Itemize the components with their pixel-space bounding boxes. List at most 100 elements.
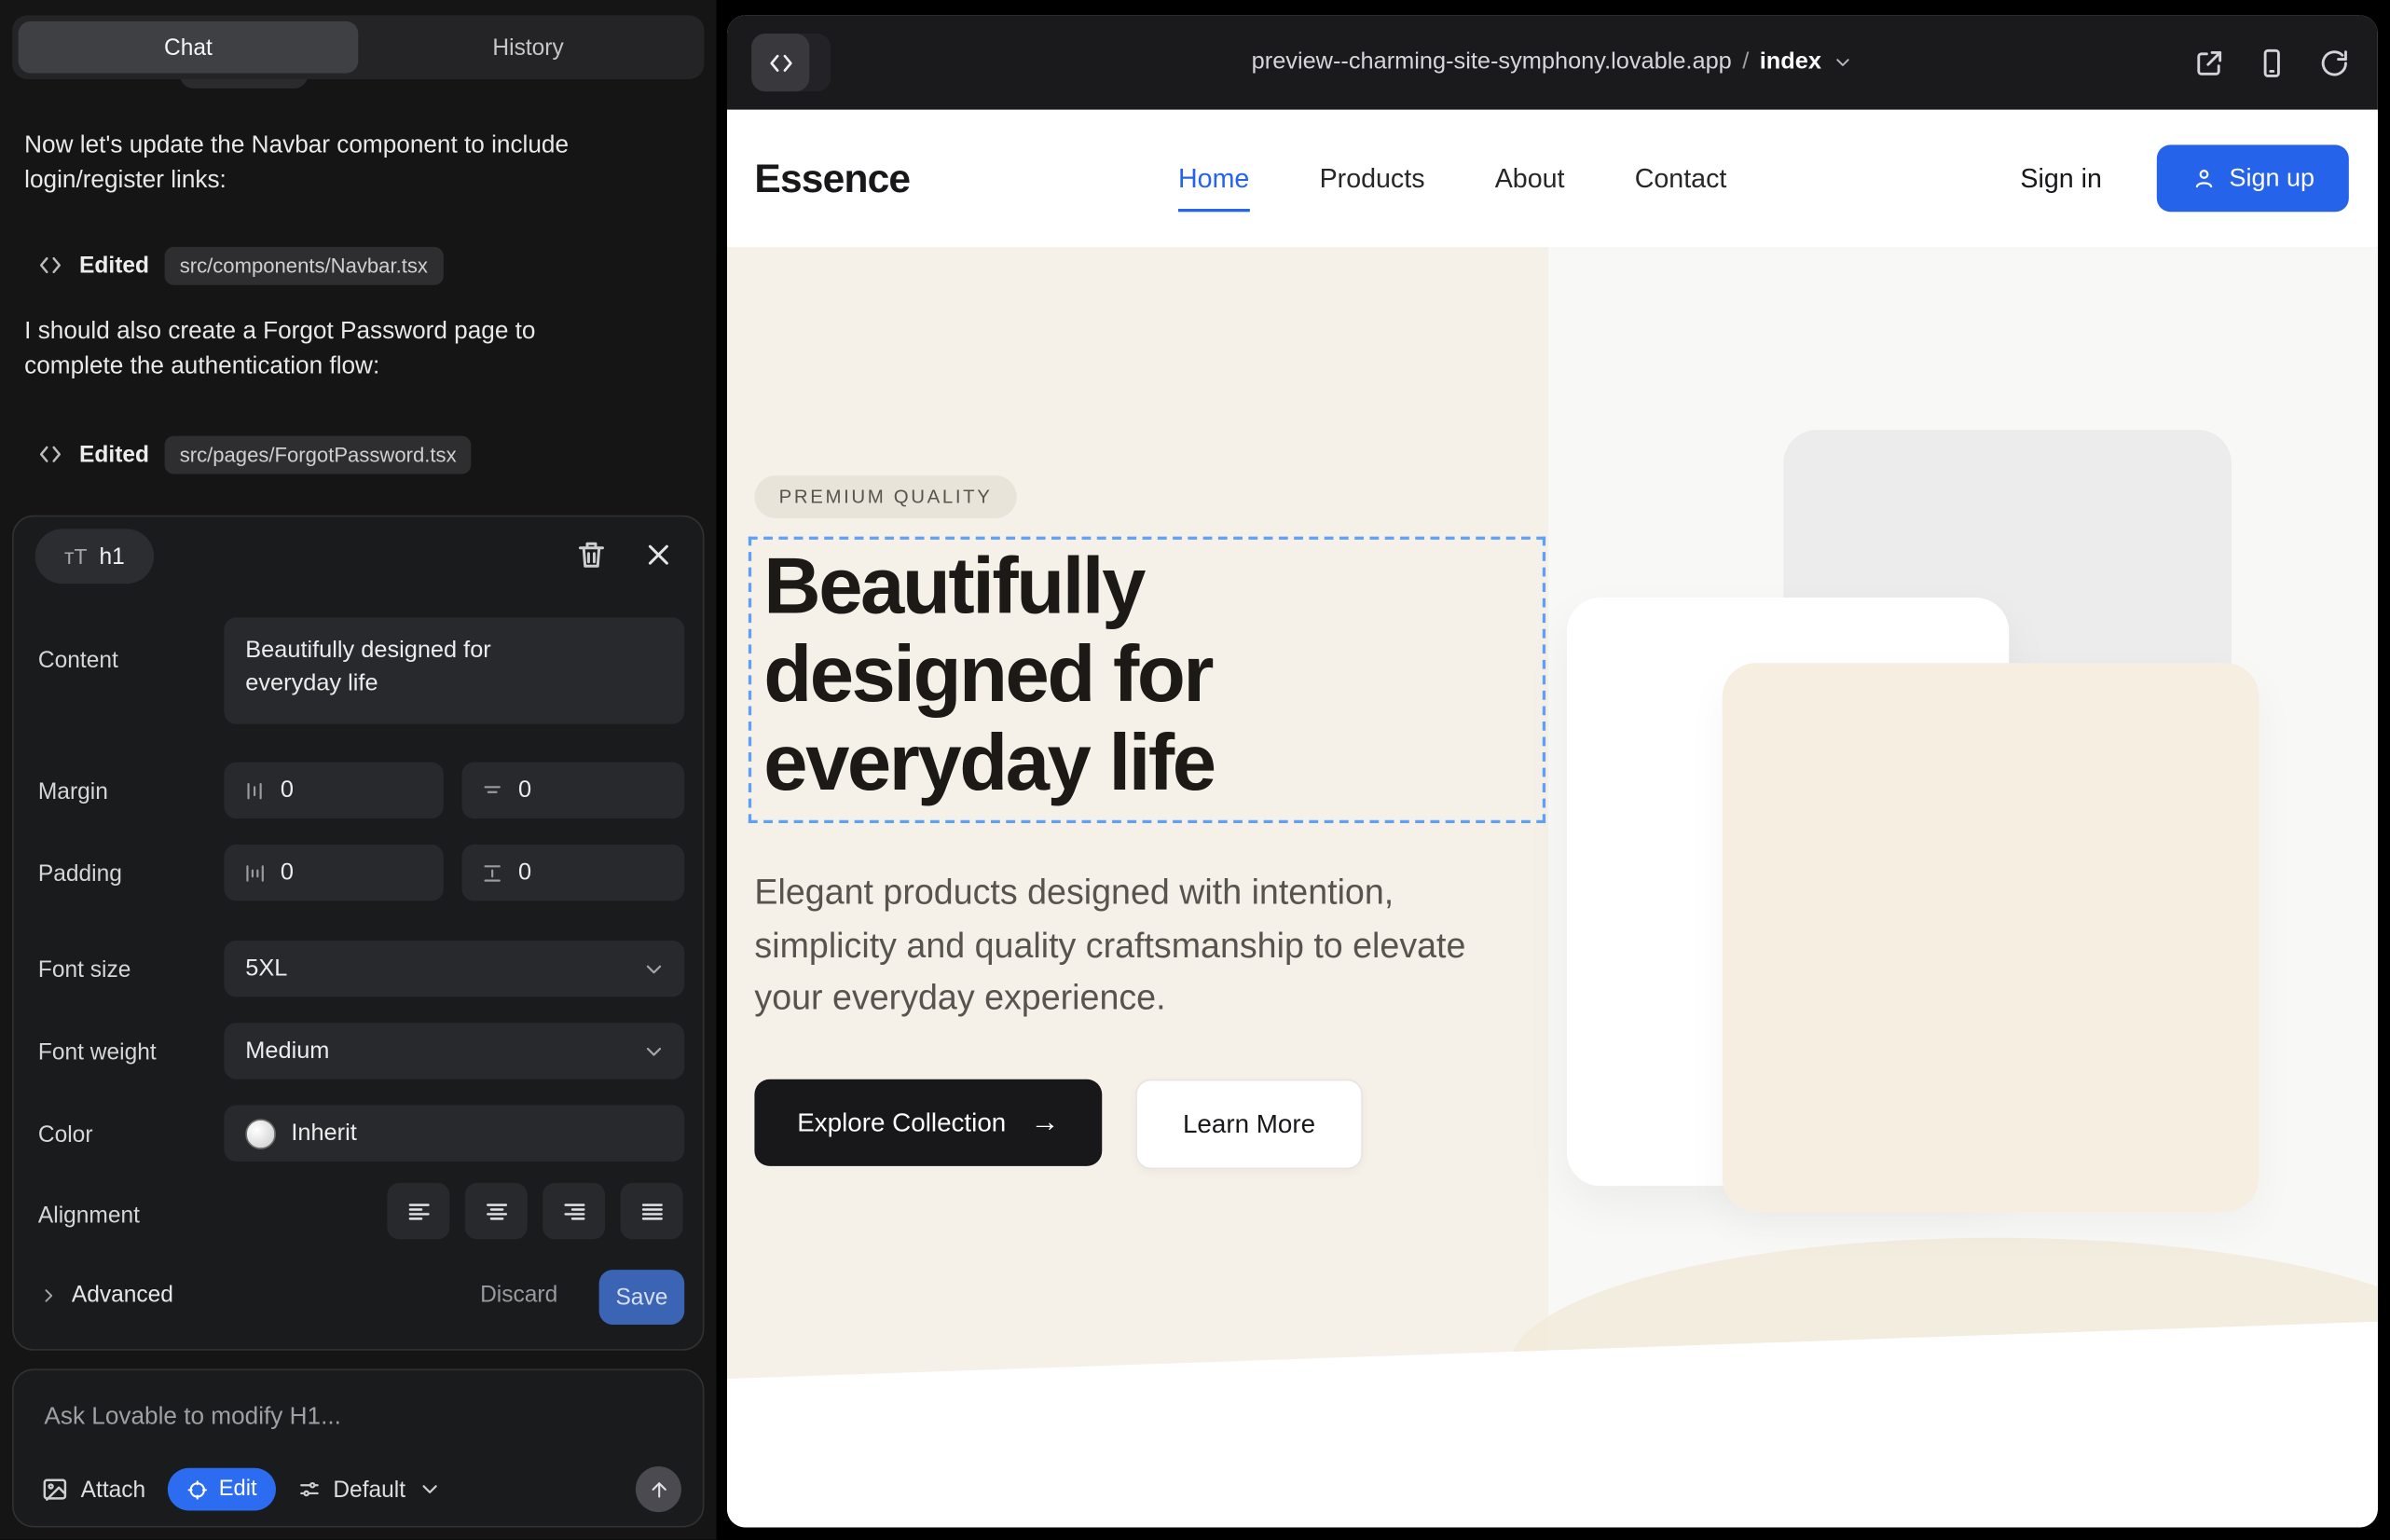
content-label: Content <box>38 648 118 674</box>
browser-toolbar: preview--charming-site-symphony.lovable.… <box>727 15 2378 109</box>
model-label: Default <box>333 1477 405 1503</box>
align-left-button[interactable] <box>387 1183 449 1240</box>
font-size-value: 5XL <box>245 955 287 982</box>
chevron-right-icon <box>38 1285 60 1306</box>
file-chip[interactable]: src/pages/ForgotPassword.tsx <box>164 435 472 474</box>
target-icon <box>185 1478 209 1501</box>
chat-panel: Chat History Now let's update the Navbar… <box>0 0 717 1540</box>
font-weight-value: Medium <box>245 1038 329 1065</box>
padding-x-value: 0 <box>281 859 294 886</box>
nav-link-home[interactable]: Home <box>1178 162 1249 211</box>
element-tag-label: h1 <box>100 543 125 570</box>
chevron-down-icon <box>418 1478 442 1502</box>
align-center-button[interactable] <box>465 1183 528 1240</box>
site-page: Essence Home Products About Contact Sign… <box>727 110 2378 1528</box>
sign-up-button[interactable]: Sign up <box>2157 144 2349 212</box>
edited-label: Edited <box>79 253 149 279</box>
edit-label: Edit <box>219 1478 257 1502</box>
sliders-icon <box>296 1478 321 1502</box>
nav-link-contact[interactable]: Contact <box>1635 162 1727 194</box>
nav-auth-actions: Sign in Sign up <box>2020 110 2348 247</box>
arrow-right-icon: → <box>1030 1106 1059 1139</box>
margin-x-input[interactable]: 0 <box>224 763 443 819</box>
panel-tabs: Chat History <box>12 15 704 79</box>
align-justify-button[interactable] <box>621 1183 683 1240</box>
edited-file-row: Edited src/components/Navbar.tsx <box>36 244 443 287</box>
tab-chat[interactable]: Chat <box>19 21 359 74</box>
color-label: Color <box>38 1122 93 1148</box>
text-style-icon: тT <box>64 544 87 569</box>
margin-vertical-icon <box>480 778 504 803</box>
sign-in-link[interactable]: Sign in <box>2020 162 2102 194</box>
arrow-up-icon <box>647 1478 670 1501</box>
explore-collection-button[interactable]: Explore Collection → <box>754 1079 1102 1166</box>
refresh-icon[interactable] <box>2318 47 2350 78</box>
mobile-view-icon[interactable] <box>2256 47 2287 78</box>
advanced-toggle[interactable]: Advanced <box>38 1282 173 1308</box>
align-right-button[interactable] <box>543 1183 605 1240</box>
color-swatch <box>245 1118 276 1148</box>
padding-y-input[interactable]: 0 <box>461 845 684 901</box>
save-button[interactable]: Save <box>599 1270 685 1325</box>
sign-up-label: Sign up <box>2230 164 2315 193</box>
preview-url: preview--charming-site-symphony.lovable.… <box>1252 48 1732 76</box>
code-icon <box>36 252 63 279</box>
nav-link-products[interactable]: Products <box>1320 162 1425 194</box>
delete-element-button[interactable] <box>574 538 608 571</box>
explore-collection-label: Explore Collection <box>797 1107 1006 1138</box>
edited-label: Edited <box>79 441 149 467</box>
font-size-label: Font size <box>38 957 131 983</box>
nav-link-about[interactable]: About <box>1495 162 1565 194</box>
open-external-icon[interactable] <box>2193 47 2225 78</box>
tab-history[interactable]: History <box>358 21 698 74</box>
send-button[interactable] <box>636 1466 681 1512</box>
hero-wave-shape <box>1509 1238 2378 1497</box>
attach-label: Attach <box>81 1477 146 1503</box>
padding-x-input[interactable]: 0 <box>224 845 443 901</box>
composer-input[interactable]: Ask Lovable to modify H1... <box>44 1404 340 1431</box>
learn-more-button[interactable]: Learn More <box>1135 1079 1363 1169</box>
margin-y-value: 0 <box>518 777 531 804</box>
chevron-down-icon <box>641 1038 666 1063</box>
font-size-select[interactable]: 5XL <box>224 941 684 997</box>
url-breadcrumb[interactable]: preview--charming-site-symphony.lovable.… <box>727 48 2378 76</box>
content-input[interactable]: Beautifully designed for everyday life <box>224 617 684 723</box>
site-nav-links: Home Products About Contact <box>1178 110 1726 247</box>
padding-vertical-icon <box>480 860 504 885</box>
discard-button[interactable]: Discard <box>480 1282 557 1308</box>
padding-label: Padding <box>38 861 122 887</box>
font-weight-select[interactable]: Medium <box>224 1023 684 1079</box>
composer-toolbar: Attach Edit Default <box>41 1464 681 1513</box>
margin-y-input[interactable]: 0 <box>461 763 684 819</box>
chevron-down-icon <box>1832 52 1853 74</box>
hero-paragraph: Elegant products designed with intention… <box>754 866 1517 1024</box>
font-weight-label: Font weight <box>38 1039 157 1066</box>
chat-message: I should also create a Forgot Password p… <box>24 314 591 385</box>
chat-message: Now let's update the Navbar component to… <box>24 128 591 199</box>
site-navbar: Essence Home Products About Contact Sign… <box>727 110 2378 247</box>
color-select[interactable]: Inherit <box>224 1106 684 1162</box>
selected-element-pill[interactable]: тT h1 <box>35 529 155 584</box>
url-separator: / <box>1742 48 1749 76</box>
edit-mode-button[interactable]: Edit <box>167 1468 275 1511</box>
chat-composer: Ask Lovable to modify H1... Attach Edit … <box>12 1368 704 1527</box>
padding-horizontal-icon <box>242 860 267 885</box>
attach-button[interactable]: Attach <box>41 1476 145 1503</box>
site-logo[interactable]: Essence <box>754 110 910 247</box>
app-root: Chat History Now let's update the Navbar… <box>0 0 2390 1540</box>
edited-file-row: Edited src/pages/ForgotPassword.tsx <box>36 433 472 475</box>
close-editor-button[interactable] <box>641 538 675 571</box>
margin-x-value: 0 <box>281 777 294 804</box>
alignment-label: Alignment <box>38 1203 140 1229</box>
code-view-button[interactable] <box>751 34 809 91</box>
hero-heading[interactable]: Beautifully designed for everyday life <box>751 540 1431 811</box>
person-icon <box>2191 166 2216 190</box>
file-chip[interactable]: src/components/Navbar.tsx <box>164 246 443 284</box>
selected-h1-outline[interactable]: Beautifully designed for everyday life <box>749 537 1545 823</box>
code-icon <box>36 441 63 468</box>
margin-horizontal-icon <box>242 778 267 803</box>
browser-actions <box>2193 15 2350 109</box>
color-value: Inherit <box>291 1120 356 1147</box>
chevron-down-icon <box>641 956 666 981</box>
model-select[interactable]: Default <box>296 1477 442 1503</box>
